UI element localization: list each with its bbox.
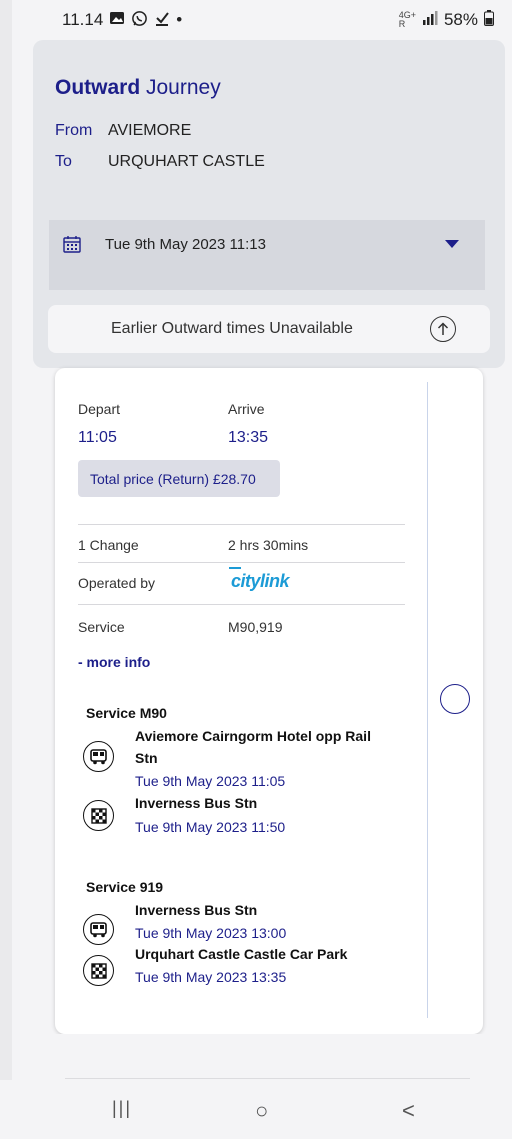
select-radio-button[interactable] xyxy=(440,684,470,714)
leg-arrive-time: Tue 9th May 2023 13:35 xyxy=(135,969,287,985)
calendar-icon xyxy=(63,235,81,253)
depart-label: Depart xyxy=(78,401,121,417)
to-row: To URQUHART CASTLE xyxy=(55,153,265,171)
journey-duration: 2 hrs 30mins xyxy=(228,537,309,553)
leg-origin-stop: Aviemore Cairngorm Hotel opp Rail xyxy=(135,728,371,744)
chevron-down-icon[interactable] xyxy=(445,240,459,248)
list-footer xyxy=(33,1034,505,1078)
battery-icon xyxy=(484,9,494,31)
changes-count: 1 Change xyxy=(78,537,139,553)
divider xyxy=(65,1078,470,1079)
leg-origin-stop-continued: Stn xyxy=(135,750,158,766)
leg-depart-time: Tue 9th May 2023 13:00 xyxy=(135,925,287,941)
earlier-times-button[interactable]: Earlier Outward times Unavailable xyxy=(48,305,490,353)
whatsapp-icon xyxy=(131,10,148,31)
operated-by-label: Operated by xyxy=(78,575,156,591)
leg-origin-stop: Inverness Bus Stn xyxy=(135,902,258,918)
title-bold: Outward xyxy=(55,76,141,99)
operator-logo: citylink xyxy=(231,571,290,591)
journey-result-card[interactable]: Depart Arrive 11:05 13:35 Total price (R… xyxy=(55,368,483,1034)
operator-logo-accent xyxy=(229,567,241,569)
date-value: Tue 9th May 2023 11:13 xyxy=(105,235,266,253)
to-label: To xyxy=(55,153,72,170)
from-row: From AVIEMORE xyxy=(55,122,191,140)
from-value: AVIEMORE xyxy=(108,122,192,139)
leg-arrive-time: Tue 9th May 2023 11:50 xyxy=(135,819,286,835)
journey-search-panel: Outward Journey From AVIEMORE To URQUHAR… xyxy=(33,40,505,368)
roaming-label: R xyxy=(398,19,406,29)
image-icon xyxy=(109,11,125,29)
leg-service-title: Service 919 xyxy=(86,879,164,895)
bus-icon xyxy=(83,914,114,945)
divider xyxy=(78,562,405,563)
edge-strip xyxy=(0,0,12,1139)
title-rest: Journey xyxy=(140,76,221,99)
from-label: From xyxy=(55,122,93,139)
arrow-up-icon xyxy=(430,316,456,342)
divider-vertical xyxy=(427,382,428,1018)
status-bar: 11.14 • 4G+ R 58% xyxy=(0,0,512,40)
home-button[interactable]: ○ xyxy=(255,1098,268,1124)
earlier-times-label: Earlier Outward times Unavailable xyxy=(111,320,353,337)
leg-destination-stop: Inverness Bus Stn xyxy=(135,795,258,811)
bus-icon xyxy=(83,741,114,772)
to-value: URQUHART CASTLE xyxy=(108,153,265,170)
date-selector[interactable]: Tue 9th May 2023 11:13 xyxy=(49,220,485,290)
arrive-time: 13:35 xyxy=(228,429,269,446)
leg-destination-stop: Urquhart Castle Castle Car Park xyxy=(135,946,348,962)
checkered-flag-icon xyxy=(83,955,114,986)
checkered-flag-icon xyxy=(83,800,114,831)
leg-service-title: Service M90 xyxy=(86,705,167,721)
arrive-label: Arrive xyxy=(228,401,265,417)
signal-icon xyxy=(422,10,438,30)
service-value: M90,919 xyxy=(228,619,283,635)
divider xyxy=(78,604,405,605)
page-title: Outward Journey xyxy=(55,76,221,100)
price-badge: Total price (Return) £28.70 xyxy=(78,460,280,497)
system-nav-bar: ||| ○ < xyxy=(0,1080,512,1139)
notification-dot: • xyxy=(176,10,183,29)
network-type: 4G+ R xyxy=(399,11,416,29)
divider xyxy=(78,524,405,525)
service-label: Service xyxy=(78,619,125,635)
leg-depart-time: Tue 9th May 2023 11:05 xyxy=(135,773,286,789)
clock: 11.14 xyxy=(62,10,104,29)
battery-percent: 58% xyxy=(443,10,478,29)
recent-apps-button[interactable]: ||| xyxy=(112,1098,132,1119)
back-button[interactable]: < xyxy=(402,1098,415,1124)
more-info-link[interactable]: - more info xyxy=(78,654,150,670)
depart-time: 11:05 xyxy=(78,429,117,446)
download-done-icon xyxy=(154,10,170,30)
